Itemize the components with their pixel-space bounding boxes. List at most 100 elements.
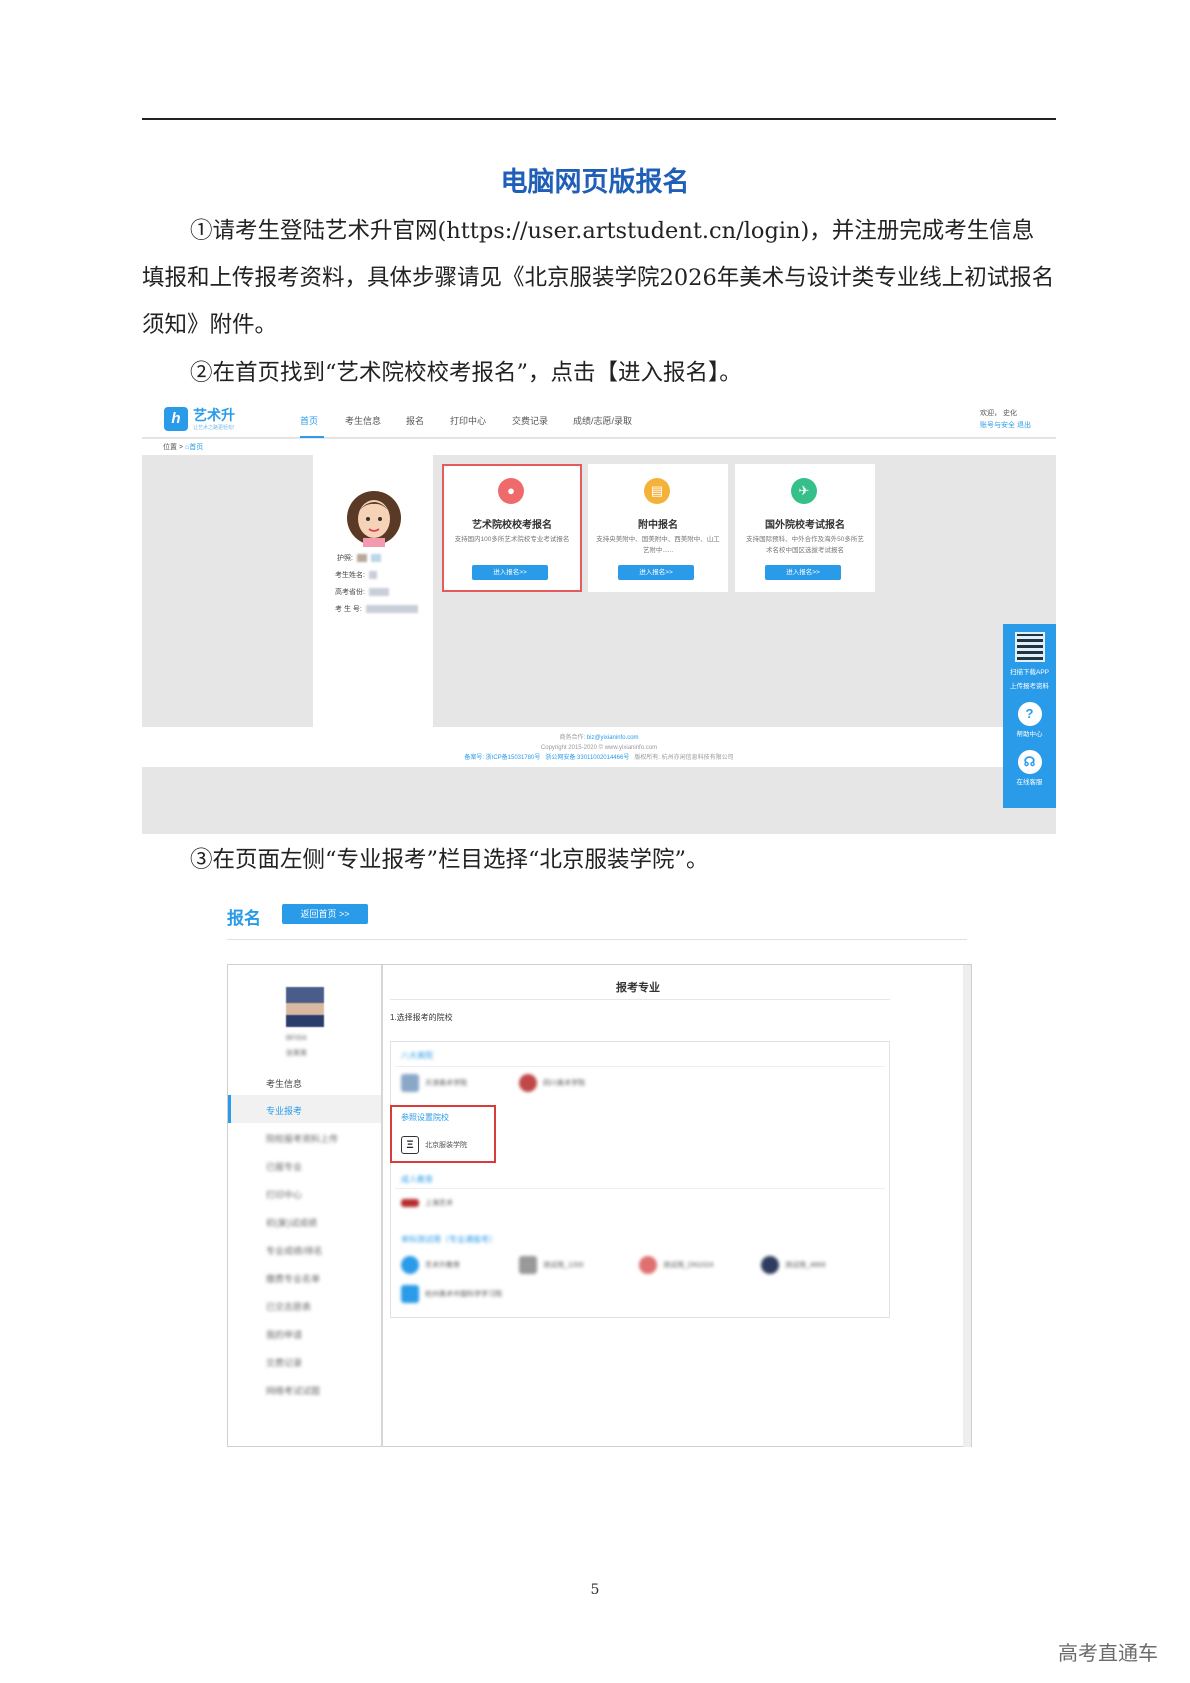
blurred-user-id: BF004 — [286, 1035, 307, 1042]
menu-item[interactable]: 网络考试试题 — [266, 1384, 320, 1397]
nav-print-center[interactable]: 打印中心 — [450, 414, 486, 427]
menu-item[interactable]: 专业成绩/排名 — [266, 1244, 323, 1257]
nav-register[interactable]: 报名 — [406, 414, 424, 427]
footer-copyright: Copyright 2015-2020 © www.yixianinfo.com — [540, 745, 658, 751]
student-photo — [286, 987, 324, 1027]
watermark-text: 高考直通车 — [1058, 1641, 1158, 1665]
page-number: 5 — [590, 1582, 600, 1598]
qr-caption-1: 扫描下载APP — [1009, 669, 1049, 676]
school-option[interactable]: 测试用_1200 — [519, 1256, 583, 1274]
menu-item[interactable]: 交费记录 — [266, 1356, 302, 1369]
nav-student-info[interactable]: 考生信息 — [345, 414, 381, 427]
school-logo-icon — [401, 1285, 419, 1303]
school-logo-icon — [519, 1256, 537, 1274]
help-center-link[interactable]: 帮助中心 — [1003, 728, 1056, 742]
welcome-text: 欢迎， 史化 — [980, 410, 1017, 417]
registration-frame: BF004 张某某 考生信息 专业报考 院校报考资料上传 已报专业 打印中心 初… — [227, 964, 972, 1447]
school-logo-icon — [401, 1199, 419, 1208]
title-divider — [227, 939, 967, 940]
profile-id-row: 护照: — [337, 553, 381, 563]
book-icon: ▤ — [644, 478, 670, 504]
card-desc: 支持央美附中、国美附中、西美附中、山工艺附中...... — [596, 536, 720, 554]
school-option[interactable]: 天津美术学院 — [401, 1074, 467, 1092]
card-title: 艺术院校校考报名 — [472, 520, 552, 531]
school-option[interactable]: 艺术升教育 — [401, 1256, 460, 1274]
registration-title: 报名 — [227, 909, 261, 928]
plane-icon: ✈ — [791, 478, 817, 504]
school-option[interactable]: 上海艺术 — [401, 1198, 453, 1208]
online-service-link[interactable]: 在线客服 — [1003, 776, 1056, 790]
footer-records: 备案号: 浙ICP备15031780号 浙公网安备 33011002014466… — [464, 755, 734, 761]
breadcrumb-home[interactable]: ⌂首页 — [185, 444, 203, 451]
school-list: 八大美院 天津美术学院 四川美术学院 参照设置院校 Ξ 北京服装学院 成人教育 上… — [390, 1041, 890, 1318]
school-logo-icon — [519, 1074, 537, 1092]
user-icon: ● — [498, 478, 524, 504]
highlight-box — [390, 1105, 496, 1163]
registration-screenshot: 报名 返回首页 >> BF004 张某某 考生信息 专业报考 院校报考资料上传 … — [212, 895, 982, 1447]
menu-item[interactable]: 已报专业 — [266, 1160, 302, 1173]
menu-item[interactable]: 初(复)试成绩 — [266, 1216, 317, 1229]
account-links[interactable]: 账号与安全 退出 — [980, 420, 1031, 430]
breadcrumb-text: 位置 > ⌂首页 — [163, 442, 203, 452]
school-option[interactable]: 杭州美术中国科学学习院 — [401, 1285, 502, 1303]
group-label: 单科测试用（专业通报考） — [401, 1235, 497, 1244]
enter-registration-button[interactable]: 进入报名>> — [472, 565, 548, 580]
high-school-card[interactable]: ▤ 附中报名 支持央美附中、国美附中、西美附中、山工艺附中...... 进入报名… — [588, 464, 728, 592]
logo-text: 艺术升 — [193, 407, 235, 423]
qr-caption-2: 上传报考资料 — [1010, 683, 1049, 690]
school-option[interactable]: 四川美术学院 — [519, 1074, 585, 1092]
back-home-button[interactable]: 返回首页 >> — [282, 904, 368, 924]
avatar — [347, 491, 401, 547]
card-desc: 支持国际预科、中外合作及海外50多所艺术名校中国区选拔考试报名 — [746, 536, 864, 554]
enter-registration-button[interactable]: 进入报名>> — [765, 565, 841, 580]
art-exam-card[interactable]: ● 艺术院校校考报名 支持国内100多所艺术院校专业考试报名 进入报名>> — [442, 464, 582, 592]
step-1-text: ①请考生登陆艺术升官网(https://user.artstudent.cn/l… — [142, 218, 1055, 338]
menu-major-registration[interactable]: 专业报考 — [266, 1104, 302, 1117]
logo-icon: h — [164, 407, 188, 431]
menu-item[interactable]: 已交志愿表 — [266, 1300, 311, 1313]
blurred-user-name: 张某某 — [286, 1050, 307, 1057]
nav-payment-records[interactable]: 交费记录 — [512, 414, 548, 427]
step-3-paragraph: ③在页面左侧“专业报考”栏目选择“北京服装学院”。 — [142, 837, 1056, 884]
menu-item[interactable]: 打印中心 — [266, 1188, 302, 1201]
section-title: 报考专业 — [616, 982, 660, 994]
menu-student-info[interactable]: 考生信息 — [266, 1077, 302, 1090]
profile-name-row: 考生姓名: — [335, 570, 377, 580]
menu-item[interactable]: 院校报考资料上传 — [266, 1132, 338, 1145]
floating-sidebar: 扫描下载APP 上传报考资料 ? 帮助中心 ☊ 在线客服 — [1003, 624, 1056, 808]
step-2-paragraph: ②在首页找到“艺术院校校考报名”，点击【进入报名】。 — [142, 350, 1056, 397]
card-desc: 支持国内100多所艺术院校专业考试报名 — [454, 536, 570, 543]
school-option[interactable]: 测试用_4669 — [761, 1256, 825, 1274]
help-icon[interactable]: ? — [1017, 702, 1042, 726]
nav-scores[interactable]: 成绩/志愿/录取 — [573, 414, 632, 427]
group-label: 成人教育 — [401, 1175, 433, 1184]
site-header: h 艺术升 让艺术之路更轻松! 首页 考生信息 报名 打印中心 交费记录 成绩/… — [142, 398, 1056, 438]
school-logo-icon — [639, 1256, 657, 1274]
logo-slogan: 让艺术之路更轻松! — [193, 425, 235, 431]
headset-icon[interactable]: ☊ — [1017, 750, 1042, 774]
qr-code-icon — [1014, 632, 1045, 662]
profile-number-row: 考 生 号: — [335, 604, 418, 614]
left-menu: BF004 张某某 考生信息 专业报考 院校报考资料上传 已报专业 打印中心 初… — [228, 965, 383, 1447]
school-option[interactable]: 测试用_DN1024 — [639, 1256, 714, 1274]
school-logo-icon — [401, 1074, 419, 1092]
overseas-card[interactable]: ✈ 国外院校考试报名 支持国际预科、中外合作及海外50多所艺术名校中国区选拔考试… — [735, 464, 875, 592]
header-rule — [142, 118, 1056, 120]
step-1-paragraph: ①请考生登陆艺术升官网(https://user.artstudent.cn/l… — [142, 208, 1056, 349]
card-title: 国外院校考试报名 — [765, 520, 845, 531]
profile-province-row: 高考省份: — [335, 587, 389, 597]
step-2-text: ②在首页找到“艺术院校校考报名”，点击【进入报名】。 — [190, 360, 742, 386]
section-subtitle: 1.选择报考的院校 — [390, 1013, 453, 1022]
menu-item[interactable]: 缴费专业名单 — [266, 1272, 320, 1285]
scrollbar[interactable] — [963, 965, 971, 1447]
homepage-screenshot: h 艺术升 让艺术之路更轻松! 首页 考生信息 报名 打印中心 交费记录 成绩/… — [142, 398, 1056, 834]
card-title: 附中报名 — [638, 520, 678, 531]
group-label: 八大美院 — [401, 1051, 433, 1060]
enter-registration-button[interactable]: 进入报名>> — [618, 565, 694, 580]
menu-item[interactable]: 我的申请 — [266, 1328, 302, 1341]
breadcrumb: 位置 > ⌂首页 — [142, 439, 1056, 455]
nav-home[interactable]: 首页 — [300, 414, 318, 427]
menu-active-highlight — [228, 1095, 381, 1123]
step-3-text: ③在页面左侧“专业报考”栏目选择“北京服装学院”。 — [190, 847, 709, 873]
school-logo-icon — [401, 1256, 419, 1274]
